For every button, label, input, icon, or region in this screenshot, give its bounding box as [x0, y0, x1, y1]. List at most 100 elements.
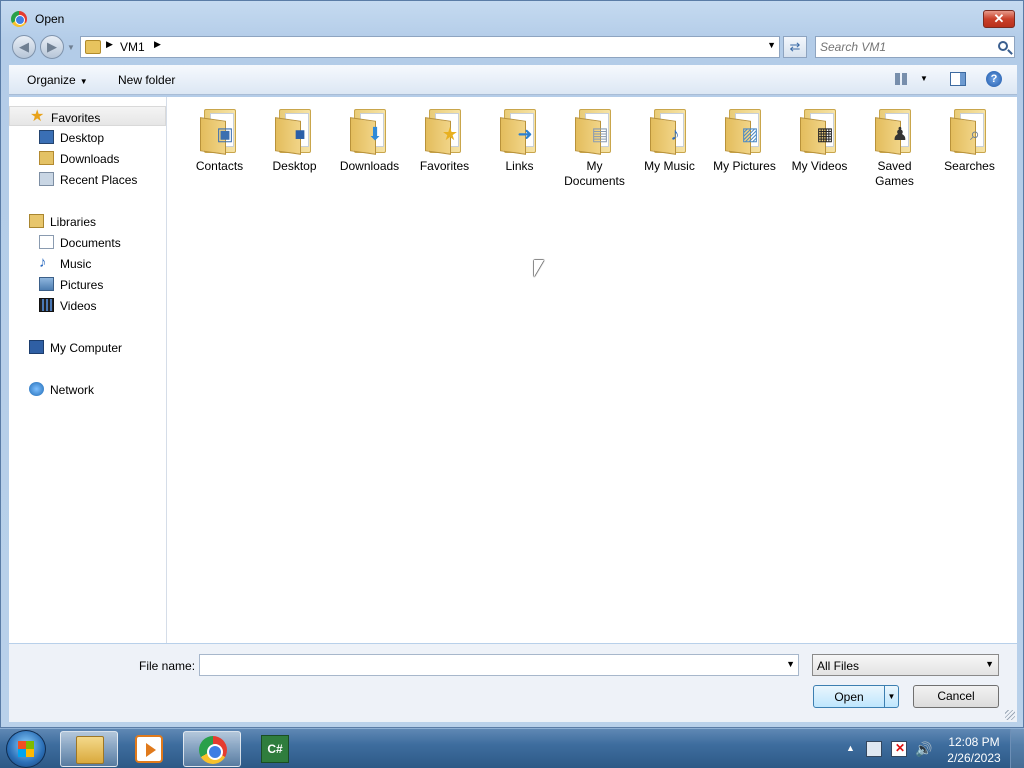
open-button[interactable]: Open ▼	[813, 685, 899, 708]
pictures-icon	[39, 277, 54, 291]
title-bar[interactable]: Open ✕	[1, 1, 1023, 35]
breadcrumb-arrow-icon[interactable]: ▶	[106, 39, 113, 50]
games-icon: ♟	[875, 109, 915, 155]
nav-label: Libraries	[50, 215, 97, 229]
folder-name: Desktop	[272, 159, 317, 173]
window-title: Open	[35, 12, 65, 26]
address-bar[interactable]: ▶ VM1 ▶ ▼	[80, 36, 780, 58]
csharp-icon: C#	[261, 735, 289, 763]
file-name-input[interactable]	[203, 657, 773, 673]
folder-my-documents[interactable]: ▤ My Documents	[557, 105, 632, 191]
taskbar-chrome[interactable]	[183, 731, 241, 767]
close-button[interactable]: ✕	[983, 10, 1015, 28]
music-icon: ♪	[39, 254, 47, 271]
folder-name: Saved Games	[875, 159, 914, 188]
preview-pane-icon[interactable]	[950, 72, 966, 86]
folder-name: My Pictures	[713, 159, 776, 173]
file-name-combobox[interactable]: ▼	[199, 654, 799, 676]
chevron-down-icon[interactable]: ▼	[786, 659, 795, 669]
views-dropdown-icon[interactable]: ▼	[920, 74, 928, 83]
folder-my-videos[interactable]: ▦ My Videos	[782, 105, 857, 191]
nav-libraries[interactable]: Libraries	[9, 211, 166, 231]
folder-contacts[interactable]: ▣ Contacts	[182, 105, 257, 191]
address-dropdown-icon[interactable]: ▼	[767, 40, 776, 50]
clock-date: 2/26/2023	[947, 751, 1001, 765]
folder-my-music[interactable]: ♪ My Music	[632, 105, 707, 191]
search-icon[interactable]	[998, 41, 1008, 51]
clock-time: 12:08 PM	[948, 735, 1000, 749]
media-player-icon	[135, 735, 163, 763]
documents-icon: ▤	[575, 109, 615, 155]
folder-name: Downloads	[339, 159, 400, 173]
favorites-icon: ★	[425, 109, 465, 155]
windows-logo-icon	[18, 741, 34, 757]
computer-icon	[29, 340, 44, 354]
resize-grip-icon[interactable]	[1005, 710, 1015, 720]
recent-pages-dropdown[interactable]: ▼	[67, 43, 75, 52]
organize-button[interactable]: Organize ▼	[27, 73, 88, 87]
views-icon[interactable]	[895, 73, 909, 85]
nav-desktop[interactable]: Desktop	[9, 127, 166, 147]
file-name-label: File name:	[139, 659, 196, 673]
cancel-button[interactable]: Cancel	[913, 685, 999, 708]
new-folder-button[interactable]: New folder	[118, 73, 175, 87]
breadcrumb-arrow-icon[interactable]: ▶	[154, 39, 161, 50]
folder-name: Links	[505, 159, 534, 173]
nav-label: Recent Places	[60, 173, 138, 187]
nav-pictures[interactable]: Pictures	[9, 274, 166, 294]
file-type-select[interactable]: All Files ▼	[812, 654, 999, 676]
videos-icon: ▦	[800, 109, 840, 155]
folder-downloads[interactable]: ⬇ Downloads	[332, 105, 407, 191]
folder-favorites[interactable]: ★ Favorites	[407, 105, 482, 191]
taskbar: C# ▲ 🔊 12:08 PM 2/26/2023	[0, 728, 1024, 768]
nav-label: My Computer	[50, 341, 123, 355]
breadcrumb-vm1[interactable]: VM1	[120, 40, 145, 54]
desktop-icon: ■	[275, 109, 315, 155]
file-type-value: All Files	[817, 659, 860, 673]
command-bar: Organize ▼ New folder ▼ ?	[9, 65, 1017, 95]
nav-my-computer[interactable]: My Computer	[9, 337, 166, 357]
chrome-icon	[199, 736, 227, 764]
nav-music[interactable]: ♪ Music	[9, 253, 166, 273]
folder-name: Searches	[944, 159, 995, 173]
nav-network[interactable]: Network	[9, 379, 166, 399]
volume-icon[interactable]: 🔊	[915, 741, 932, 757]
taskbar-explorer[interactable]	[60, 731, 118, 767]
folder-my-pictures[interactable]: ▨ My Pictures	[707, 105, 782, 191]
file-list[interactable]: ▣ Contacts ■ Desktop ⬇ Downloads ★ Favor…	[167, 97, 1017, 643]
nav-label: Videos	[60, 299, 97, 313]
videos-icon	[39, 298, 54, 312]
open-options-dropdown-icon[interactable]: ▼	[884, 686, 898, 707]
folder-desktop[interactable]: ■ Desktop	[257, 105, 332, 191]
nav-videos[interactable]: Videos	[9, 295, 166, 315]
folder-name: Contacts	[195, 159, 244, 173]
nav-downloads[interactable]: Downloads	[9, 148, 166, 168]
mouse-pointer-icon	[534, 260, 544, 277]
organize-label: Organize	[27, 73, 76, 87]
links-icon: ➜	[500, 109, 540, 155]
nav-recent-places[interactable]: Recent Places	[9, 169, 166, 189]
back-button[interactable]: ◀	[12, 35, 36, 59]
navigation-pane: ★ Favorites Desktop Downloads Recent Pla…	[9, 97, 167, 643]
folder-links[interactable]: ➜ Links	[482, 105, 557, 191]
start-button[interactable]	[6, 730, 46, 768]
taskbar-csharp[interactable]: C#	[246, 731, 304, 767]
search-box[interactable]	[815, 36, 1015, 58]
nav-favorites[interactable]: ★ Favorites	[9, 106, 166, 126]
network-icon	[29, 382, 44, 396]
search-input[interactable]	[820, 39, 990, 55]
taskbar-media-player[interactable]	[120, 731, 178, 767]
show-desktop-button[interactable]	[1010, 729, 1024, 768]
refresh-button[interactable]: ⇄	[783, 36, 807, 58]
music-icon: ♪	[650, 109, 690, 155]
help-icon[interactable]: ?	[986, 71, 1002, 87]
action-center-icon[interactable]	[891, 741, 907, 757]
clock[interactable]: 12:08 PM 2/26/2023	[944, 734, 1004, 766]
show-hidden-icons-icon[interactable]: ▲	[846, 743, 855, 753]
nav-documents[interactable]: Documents	[9, 232, 166, 252]
folder-searches[interactable]: ⌕ Searches	[932, 105, 1007, 191]
folder-saved-games[interactable]: ♟ Saved Games	[857, 105, 932, 191]
network-tray-icon[interactable]	[866, 741, 882, 757]
forward-button[interactable]: ▶	[40, 35, 64, 59]
nav-label: Desktop	[60, 131, 105, 145]
